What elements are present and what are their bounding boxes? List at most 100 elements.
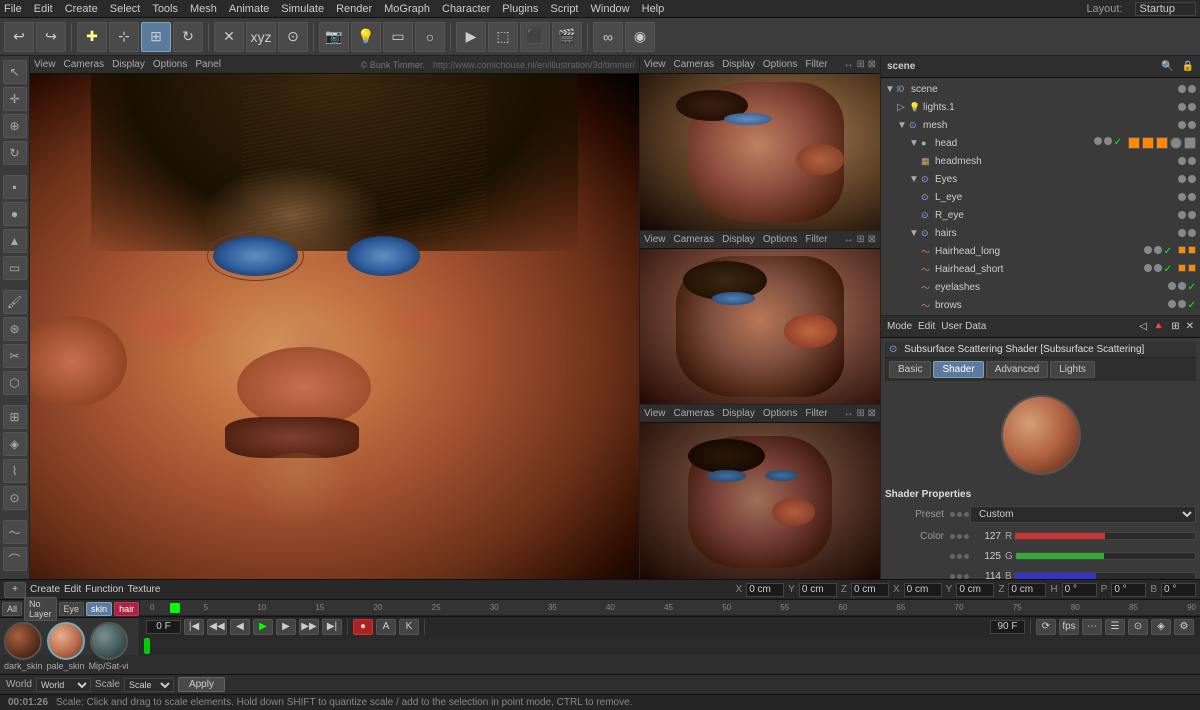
toolbar-redo[interactable]: ↪ [36,22,66,52]
props-icon1[interactable]: 🔺 [1153,321,1165,332]
vp-mr-filter[interactable]: Filter [805,234,827,245]
x-input[interactable]: 0 cm [746,583,784,597]
ltool-move[interactable]: ✛ [3,87,27,111]
ltool-box[interactable]: ▪ [3,175,27,199]
props-icon3[interactable]: ✕ [1186,321,1194,332]
toolbar-null[interactable]: ✕ [214,22,244,52]
vp-tr-display[interactable]: Display [722,59,755,70]
mat-item-mip[interactable]: Mip/Sat-vi [89,622,129,671]
tab-shader[interactable]: Shader [933,361,983,378]
toolbar-light[interactable]: 💡 [351,22,381,52]
toolbar-coord[interactable]: ⊙ [278,22,308,52]
b-slider[interactable] [1014,572,1196,579]
filter-eye[interactable]: Eye [59,602,85,616]
tree-item-leye[interactable]: ⊙ L_eye [881,188,1200,206]
filter-skin[interactable]: skin [86,602,112,616]
tree-item-hairlong[interactable]: 〜 Hairhead_long ✓ [881,242,1200,260]
ltool-select[interactable]: ↖ [3,60,27,84]
vp-br-display[interactable]: Display [722,408,755,419]
menu-select[interactable]: Select [110,3,141,15]
ltool-spline[interactable]: ⌒ [3,547,27,571]
toolbar-rotate[interactable]: ↻ [173,22,203,52]
tree-arrow-scene[interactable]: ▼ [885,84,897,95]
tree-item-hairshort[interactable]: 〜 Hairhead_short ✓ [881,260,1200,278]
tree-item-eyes[interactable]: ▼ ⊙ Eyes [881,170,1200,188]
tl-add-layer[interactable]: + [4,582,26,598]
filter-all[interactable]: All [2,602,22,616]
vp-cameras[interactable]: Cameras [64,59,105,70]
menu-plugins[interactable]: Plugins [502,3,538,15]
world-dropdown[interactable]: World Object [36,678,91,692]
menu-animate[interactable]: Animate [229,3,269,15]
tree-item-reye[interactable]: ⊙ R_eye [881,206,1200,224]
menu-mesh[interactable]: Mesh [190,3,217,15]
function-label[interactable]: Function [85,584,123,595]
btn-motion[interactable]: ⊙ [1128,619,1148,635]
menu-tools[interactable]: Tools [152,3,178,15]
y-input[interactable]: 0 cm [799,583,837,597]
user-data-label[interactable]: User Data [941,321,986,332]
menu-mograph[interactable]: MoGraph [384,3,430,15]
b-input[interactable]: 0 ° [1161,583,1196,597]
mat-item-pale[interactable]: pale_skin [47,622,85,671]
ltool-cone[interactable]: ▲ [3,229,27,253]
tree-item-mesh[interactable]: ▼ ⊙ mesh [881,116,1200,134]
vp-br-cameras[interactable]: Cameras [674,408,715,419]
tree-item-brows[interactable]: 〜 brows ✓ [881,296,1200,314]
toolbar-editor[interactable]: 🎬 [552,22,582,52]
toolbar-render[interactable]: ▶ [456,22,486,52]
menu-help[interactable]: Help [642,3,665,15]
menu-render[interactable]: Render [336,3,372,15]
toolbar-move[interactable]: ⊹ [109,22,139,52]
toolbar-floor[interactable]: ▭ [383,22,413,52]
tree-item-scene[interactable]: ▼ l0 scene [881,80,1200,98]
layout-value[interactable]: Startup [1135,2,1196,16]
btn-timeline[interactable]: ☰ [1105,619,1125,635]
texture-label[interactable]: Texture [128,584,161,595]
vp-mr-options[interactable]: Options [763,234,797,245]
toolbar-camera[interactable]: 📷 [319,22,349,52]
toolbar-live-select[interactable]: ✚ [77,22,107,52]
tree-arrow-eyes[interactable]: ▼ [909,174,921,185]
tab-advanced[interactable]: Advanced [986,361,1048,378]
tab-lights[interactable]: Lights [1050,361,1095,378]
ltool-scale[interactable]: ⊕ [3,114,27,138]
btn-next-key[interactable]: ▶▶ [299,619,319,635]
btn-prev-frame[interactable]: ◀ [230,619,250,635]
ltool-sphere[interactable]: ● [3,202,27,226]
ltool-poly[interactable]: ⬡ [3,371,27,395]
btn-prev-key[interactable]: ◀◀ [207,619,227,635]
mat-item-dark[interactable]: dark_skin [4,622,43,671]
menu-simulate[interactable]: Simulate [281,3,324,15]
create-label[interactable]: Create [30,584,60,595]
tree-arrow-hairs[interactable]: ▼ [909,228,921,239]
tree-item-lights[interactable]: ▷ 💡 lights.1 [881,98,1200,116]
tree-arrow-lights[interactable]: ▷ [897,102,909,113]
preset-select[interactable]: Custom [970,506,1196,523]
btn-next-frame[interactable]: ▶ [276,619,296,635]
current-frame-input[interactable]: 0 F [146,620,181,634]
btn-goto-start[interactable]: |◀ [184,619,204,635]
toolbar-motion[interactable]: ◉ [625,22,655,52]
toolbar-axis[interactable]: xyz [246,22,276,52]
viewport-bottom-right[interactable]: View Cameras Display Options Filter ↔ ⊞ … [640,405,880,579]
viewport-mid-right[interactable]: View Cameras Display Options Filter ↔ ⊞ … [640,231,880,406]
tree-arrow-mesh[interactable]: ▼ [897,120,909,131]
vp-tr-filter[interactable]: Filter [805,59,827,70]
x2-input[interactable]: 0 cm [904,583,942,597]
vp-options[interactable]: Options [153,59,187,70]
btn-record[interactable]: ● [353,619,373,635]
tree-arrow-head[interactable]: ▼ [909,138,921,149]
ltool-bevel[interactable]: ◈ [3,432,27,456]
timeline-playhead[interactable] [170,603,180,613]
btn-preview[interactable]: ◈ [1151,619,1171,635]
ltool-rotate[interactable]: ↻ [3,141,27,165]
tree-item-eyelashes[interactable]: 〜 eyelashes ✓ [881,278,1200,296]
props-icon2[interactable]: ⊞ [1171,321,1179,332]
btn-play[interactable]: ▶ [253,619,273,635]
scene-search-icon[interactable]: 🔍 [1161,61,1173,72]
ltool-paint[interactable]: 🖌 [3,290,27,314]
toolbar-render-all[interactable]: ⬛ [520,22,550,52]
props-collapse-icon[interactable]: ◁ [1139,321,1147,332]
toolbar-undo[interactable]: ↩ [4,22,34,52]
